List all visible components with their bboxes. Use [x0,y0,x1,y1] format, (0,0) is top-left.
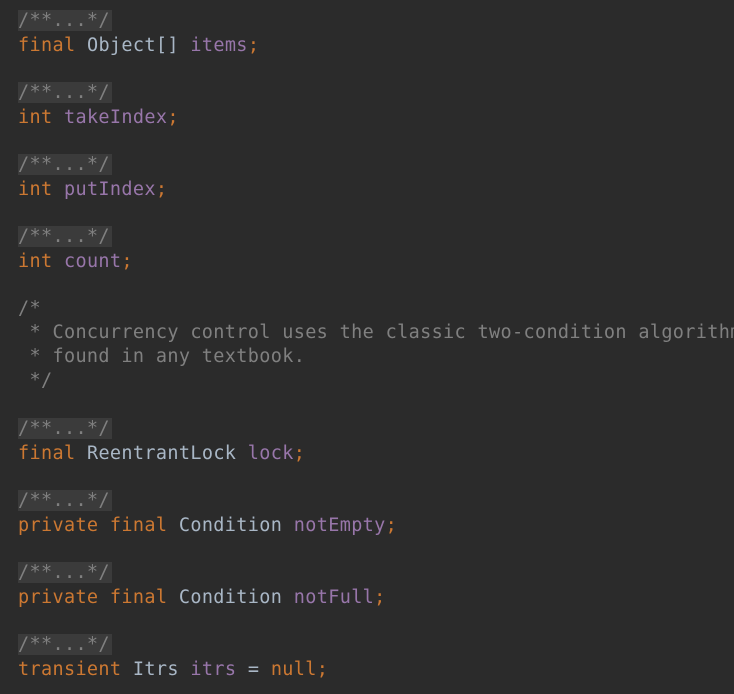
modifier: final [18,35,76,56]
field-decl-putindex: int putIndex; [18,178,167,202]
folded-javadoc[interactable]: /**...*/ [18,634,112,655]
fold-doc-comment-takeindex[interactable]: /**...*/ [18,81,112,105]
block-comment-line: /* [18,298,41,319]
field-name: itrs [190,659,237,680]
field-name: takeIndex [63,107,168,128]
semicolon: ; [316,659,329,680]
semicolon: ; [167,107,179,128]
modifier: int [18,251,53,272]
field-decl-notfull: private final Condition notFull; [18,586,386,610]
field-decl-count: int count; [18,250,133,274]
field-decl-lock: final ReentrantLock lock; [18,442,305,466]
fold-doc-comment-notfull[interactable]: /**...*/ [18,561,112,585]
type-name: ReentrantLock [86,443,237,464]
field-name: putIndex [63,179,156,200]
field-decl-items: final Object[] items; [18,34,259,58]
fold-doc-comment-lock[interactable]: /**...*/ [18,417,112,441]
semicolon: ; [293,443,306,464]
folded-javadoc[interactable]: /**...*/ [18,10,112,31]
code-editor[interactable]: /**...*/ final Object[] items; /**...*/ … [0,0,734,694]
semicolon: ; [121,251,133,272]
fold-doc-comment-putindex[interactable]: /**...*/ [18,153,112,177]
null-literal: null [270,659,317,680]
field-decl-takeindex: int takeIndex; [18,106,179,130]
block-comment-line: * Concurrency control uses the classic t… [18,322,734,343]
field-decl-itrs: transient Itrs itrs = null; [18,658,328,682]
semicolon: ; [374,587,386,608]
modifier: int [18,107,53,128]
field-name: lock [247,443,294,464]
fold-doc-comment-notempty[interactable]: /**...*/ [18,489,112,513]
folded-javadoc[interactable]: /**...*/ [18,490,112,511]
modifier: transient [18,659,122,680]
field-decl-notempty: private final Condition notEmpty; [18,514,397,538]
block-comment-line: */ [18,370,53,391]
fold-doc-comment-count[interactable]: /**...*/ [18,225,112,249]
type-name: Itrs [132,659,179,680]
type-name: Condition [178,587,283,608]
folded-javadoc[interactable]: /**...*/ [18,226,112,247]
folded-javadoc[interactable]: /**...*/ [18,418,112,439]
field-name: count [63,251,122,272]
type-name: Object[] [86,35,179,56]
semicolon: ; [385,515,398,536]
field-name: notEmpty [293,515,386,536]
semicolon: ; [247,35,260,56]
folded-javadoc[interactable]: /**...*/ [18,562,112,583]
modifier: private final [18,515,168,536]
modifier: final [18,443,76,464]
folded-javadoc[interactable]: /**...*/ [18,154,112,175]
fold-doc-comment-items[interactable]: /**...*/ [18,9,112,33]
modifier: int [18,179,53,200]
assign-operator: = [247,659,260,680]
field-name: items [190,35,248,56]
modifier: private final [18,587,168,608]
semicolon: ; [155,179,168,200]
fold-doc-comment-itrs[interactable]: /**...*/ [18,633,112,657]
block-comment-line: * found in any textbook. [18,346,306,367]
type-name: Condition [178,515,283,536]
field-name: notFull [293,587,375,608]
folded-javadoc[interactable]: /**...*/ [18,82,112,103]
